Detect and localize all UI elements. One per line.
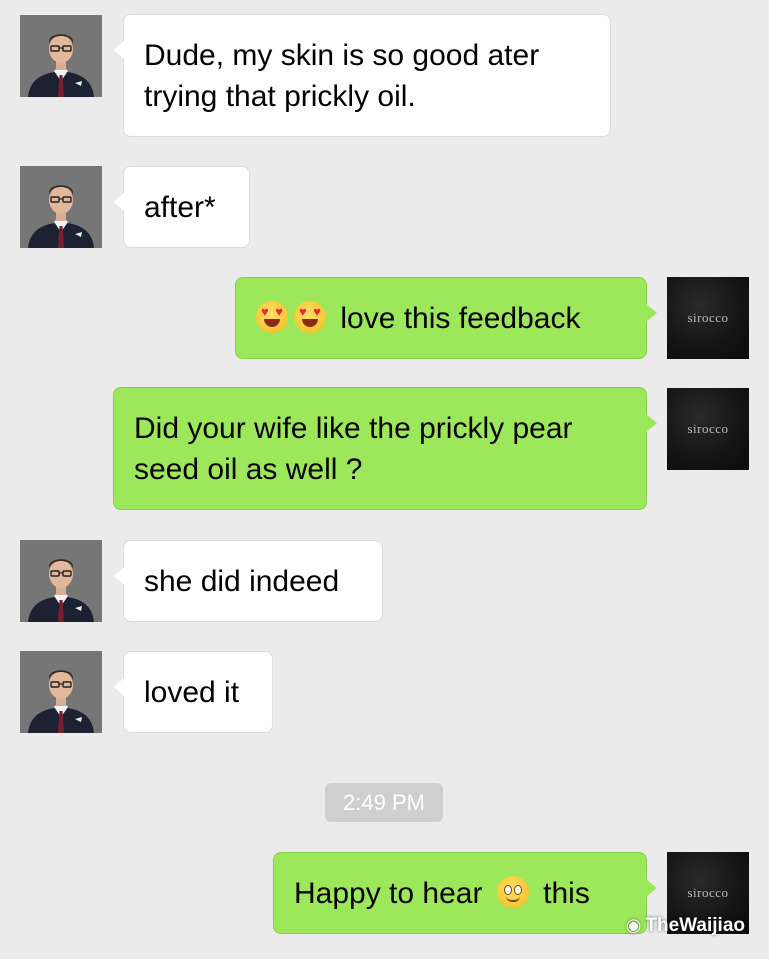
self-avatar-label: sirocco: [687, 885, 729, 900]
message-timestamp: 2:49 PM: [325, 783, 443, 822]
message-text: this: [543, 877, 590, 910]
businessman-portrait-icon: [20, 651, 102, 733]
contact-avatar[interactable]: [20, 540, 102, 622]
message-text-line: Did your wife like the prickly pear: [134, 412, 573, 445]
self-avatar-label: sirocco: [687, 310, 729, 325]
incoming-message-bubble[interactable]: Dude, my skin is so good ater trying tha…: [114, 14, 611, 137]
outgoing-message-bubble[interactable]: Happy to hear this: [273, 852, 657, 934]
message-text-line: trying that prickly oil.: [144, 80, 416, 113]
message-text: love this feedback: [340, 302, 581, 335]
incoming-message-bubble[interactable]: after*: [114, 166, 250, 248]
outgoing-message-bubble[interactable]: Did your wife like the prickly pear seed…: [113, 387, 657, 510]
self-avatar[interactable]: sirocco: [667, 277, 749, 359]
smiling-face-emoji-icon: [496, 876, 529, 908]
self-avatar[interactable]: sirocco: [667, 388, 749, 470]
businessman-portrait-icon: [20, 166, 102, 248]
message-text-line: seed oil as well ?: [134, 453, 363, 486]
outgoing-message-bubble[interactable]: love this feedback: [235, 277, 657, 359]
message-text-line: she did indeed: [144, 565, 340, 598]
businessman-portrait-icon: [20, 540, 102, 622]
wechat-icon: ◉: [625, 915, 642, 935]
message-text-line: loved it: [144, 676, 240, 709]
message-text: Happy to hear: [294, 877, 483, 910]
message-text-line: after*: [144, 191, 216, 224]
self-avatar-label: sirocco: [687, 421, 729, 436]
watermark: ◉ TheWaijiao: [626, 915, 745, 937]
incoming-message-bubble[interactable]: she did indeed: [114, 540, 383, 622]
businessman-portrait-icon: [20, 15, 102, 97]
incoming-message-bubble[interactable]: loved it: [114, 651, 273, 733]
contact-avatar[interactable]: [20, 651, 102, 733]
contact-avatar[interactable]: [20, 166, 102, 248]
heart-eyes-emoji-icon: [256, 301, 288, 333]
message-text-line: Dude, my skin is so good ater: [144, 39, 540, 72]
watermark-text: TheWaijiao: [645, 915, 745, 936]
heart-eyes-emoji-icon: [294, 301, 326, 333]
contact-avatar[interactable]: [20, 15, 102, 97]
